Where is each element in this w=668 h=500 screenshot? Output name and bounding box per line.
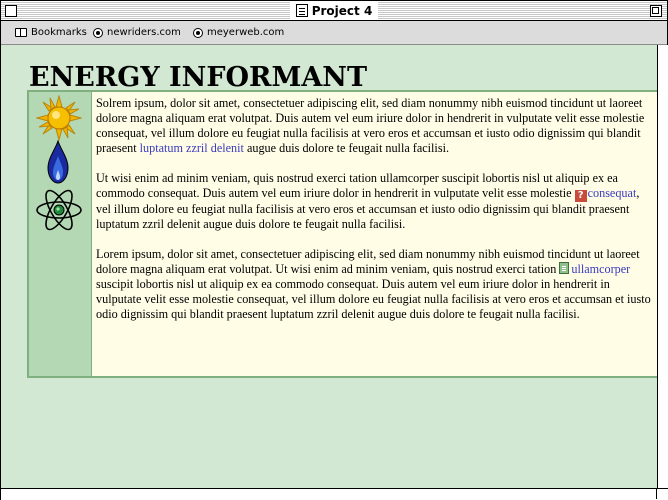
paragraph-3-text-start: Lorem ipsum, dolor sit amet, consectetue…	[96, 247, 640, 276]
page-title: ENERGY INFORMANT	[29, 62, 368, 93]
question-icon[interactable]: ?	[574, 190, 587, 202]
zoom-box-icon[interactable]	[650, 5, 662, 17]
window-title-wrap: Project 4	[1, 2, 667, 21]
paragraph-1: Solrem ipsum, dolor sit amet, consectetu…	[96, 96, 657, 156]
paragraph-1-text-end: augue duis dolore te feugait nulla facil…	[243, 141, 449, 155]
vertical-scrollbar[interactable]	[657, 45, 668, 488]
page-content: ENERGY INFORMANT Solrem ipsum, dolor sit…	[1, 45, 657, 488]
bookmark-meyerweb[interactable]: meyerweb.com	[193, 27, 284, 38]
horizontal-scrollbar[interactable]	[1, 488, 668, 500]
paragraph-2-text-start: Ut wisi enim ad minim veniam, quis nostr…	[96, 171, 618, 200]
article-text: Solrem ipsum, dolor sit amet, consectetu…	[92, 92, 657, 376]
flame-icon	[47, 140, 69, 184]
link-consequat[interactable]: consequat	[588, 186, 637, 200]
window-title-text: Project 4	[311, 3, 373, 18]
paragraph-2: Ut wisi enim ad minim veniam, quis nostr…	[96, 171, 657, 232]
resize-handle-icon[interactable]	[656, 488, 667, 499]
content-box: Solrem ipsum, dolor sit amet, consectetu…	[27, 90, 657, 378]
bookmark-meyerweb-label: meyerweb.com	[207, 27, 285, 38]
globe-icon	[193, 27, 203, 38]
link-luptatum-zzril-delenit[interactable]: luptatum zzril delenit	[140, 141, 244, 155]
bookmark-newriders[interactable]: newriders.com	[93, 27, 181, 38]
atom-icon	[36, 189, 82, 231]
bookmarks-label: Bookmarks	[31, 27, 87, 38]
browser-window: Project 4 Bookmarks newriders.com meyerw…	[0, 0, 668, 500]
document-icon[interactable]	[559, 262, 570, 274]
bookmarks-button[interactable]: Bookmarks	[15, 27, 87, 38]
paragraph-3-text-end: suscipit lobortis nisl ut aliquip ex ea …	[96, 277, 651, 321]
icon-column	[29, 92, 92, 376]
sun-icon	[36, 95, 82, 141]
document-icon	[295, 4, 308, 17]
paragraph-3: Lorem ipsum, dolor sit amet, consectetue…	[96, 247, 657, 322]
window-title: Project 4	[289, 2, 379, 19]
globe-icon	[93, 27, 103, 38]
bookmarks-bar: Bookmarks newriders.com meyerweb.com	[1, 21, 667, 45]
link-ullamcorper[interactable]: ullamcorper	[571, 262, 630, 276]
bookmark-newriders-label: newriders.com	[107, 27, 181, 38]
title-bar[interactable]: Project 4	[1, 1, 667, 21]
book-icon	[15, 28, 27, 37]
